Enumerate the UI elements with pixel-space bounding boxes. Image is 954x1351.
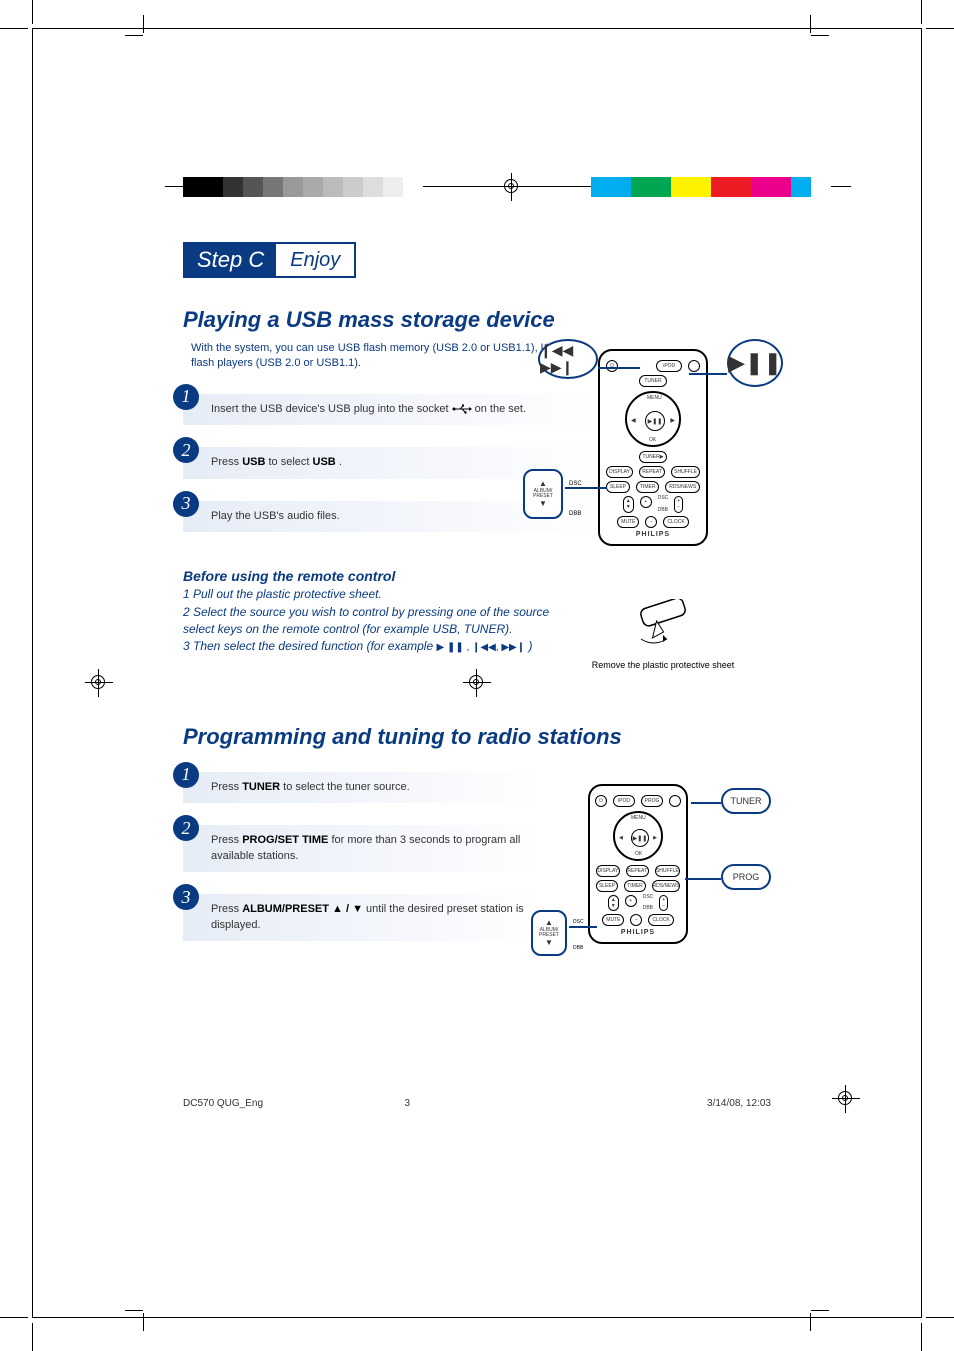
- prev-next-icon: ❙◀◀ ▶▶❙: [540, 342, 596, 376]
- album-preset-callout2: ▲ ALBUM/ PRESET ▼ DSC DBB: [531, 910, 567, 956]
- step2-post: .: [339, 456, 342, 468]
- album-preset-callout: ▲ ALBUM/ PRESET ▼ DSC DBB: [523, 469, 563, 519]
- step1-text-pre: Insert the USB device's USB plug into th…: [211, 403, 452, 415]
- step-number-icon: 1: [173, 384, 199, 410]
- tuner-callout: TUNER: [721, 788, 771, 814]
- remote-line3-post: ): [528, 639, 532, 653]
- battery-illustration: Remove the plastic protective sheet: [573, 599, 753, 670]
- footer-page: 3: [405, 1098, 411, 1109]
- step2-mid: to select: [268, 456, 312, 468]
- remote-instructions: Before using the remote control 1 Pull o…: [183, 566, 583, 656]
- registration-mark-footer-icon: [832, 1085, 860, 1113]
- standby-icon: ⏻: [606, 360, 618, 372]
- step-number-icon: 3: [173, 884, 199, 910]
- step2-bold1: USB: [242, 456, 265, 468]
- step-number-icon: 1: [173, 762, 199, 788]
- radio-title: Programming and tuning to radio stations: [183, 724, 771, 750]
- play-pause-icon: ▶❚❚: [645, 411, 665, 431]
- footer-date: 3/14/08, 12:03: [707, 1098, 771, 1109]
- registration-mark-icon: [498, 173, 526, 201]
- page-frame: Step C Enjoy Playing a USB mass storage …: [32, 28, 922, 1318]
- radio-step1: 1 Press TUNER to select the tuner source…: [183, 772, 543, 803]
- remote-line1: 1 Pull out the plastic protective sheet.: [183, 586, 583, 603]
- step2-bold2: USB: [313, 456, 336, 468]
- usb-title: Playing a USB mass storage device: [183, 307, 771, 333]
- remote-line3-pre: 3 Then select the desired function (for …: [183, 639, 436, 653]
- footer-doc: DC570 QUG_Eng: [183, 1098, 263, 1109]
- remote-illustration-usb: ⏻iPOD TUNER MENU OK ◀ ▶ ▶❚❚ TUNER▶ DISPL…: [553, 349, 753, 546]
- usb-icon: [452, 404, 472, 414]
- step-number-icon: 2: [173, 815, 199, 841]
- step-number-icon: 3: [173, 491, 199, 517]
- prog-callout: PROG: [721, 864, 771, 890]
- radio-step3: 3 Press ALBUM/PRESET ▲ / ▼ until the des…: [183, 894, 543, 941]
- step-header: Step C Enjoy: [183, 242, 356, 278]
- remote-battery-icon: [623, 599, 703, 654]
- prev-next-callout: ❙◀◀ ▶▶❙: [538, 339, 598, 379]
- registration-mark-right-icon: [463, 669, 491, 697]
- play-pause-icon: ▶❚❚: [728, 350, 782, 376]
- ipod-button: iPOD: [656, 360, 682, 372]
- step1-text-post: on the set.: [475, 403, 526, 415]
- step-label: Step C: [183, 242, 276, 278]
- step3-text: Play the USB's audio files.: [211, 510, 340, 522]
- registration-mark-left-icon: [85, 669, 113, 697]
- remote-illustration-radio: ⏻iPODPROG MENU OK ◀ ▶ ▶❚❚ DISPLAYREPEATS…: [553, 784, 753, 944]
- remote-title: Before using the remote control: [183, 566, 583, 586]
- radio-step2: 2 Press PROG/SET TIME for more than 3 se…: [183, 825, 543, 872]
- battery-caption: Remove the plastic protective sheet: [573, 660, 753, 670]
- remote-line2: 2 Select the source you wish to control …: [183, 604, 583, 639]
- playback-icons: ▶ ❚❚ , ❙◀◀, ▶▶❙: [436, 642, 525, 653]
- tuner-button2: TUNER▶: [639, 451, 667, 463]
- tuner-button: TUNER: [639, 375, 667, 387]
- usb-step1: 1 Insert the USB device's USB plug into …: [183, 394, 598, 425]
- play-pause-callout: ▶❚❚: [727, 339, 783, 387]
- brand-label: PHILIPS: [606, 531, 700, 538]
- usb-intro: With the system, you can use USB flash m…: [191, 341, 571, 372]
- step-number-icon: 2: [173, 437, 199, 463]
- page-footer: DC570 QUG_Eng 3 3/14/08, 12:03: [183, 1089, 771, 1117]
- enjoy-label: Enjoy: [276, 242, 356, 278]
- registration-strip: [183, 177, 841, 197]
- step2-pre: Press: [211, 456, 242, 468]
